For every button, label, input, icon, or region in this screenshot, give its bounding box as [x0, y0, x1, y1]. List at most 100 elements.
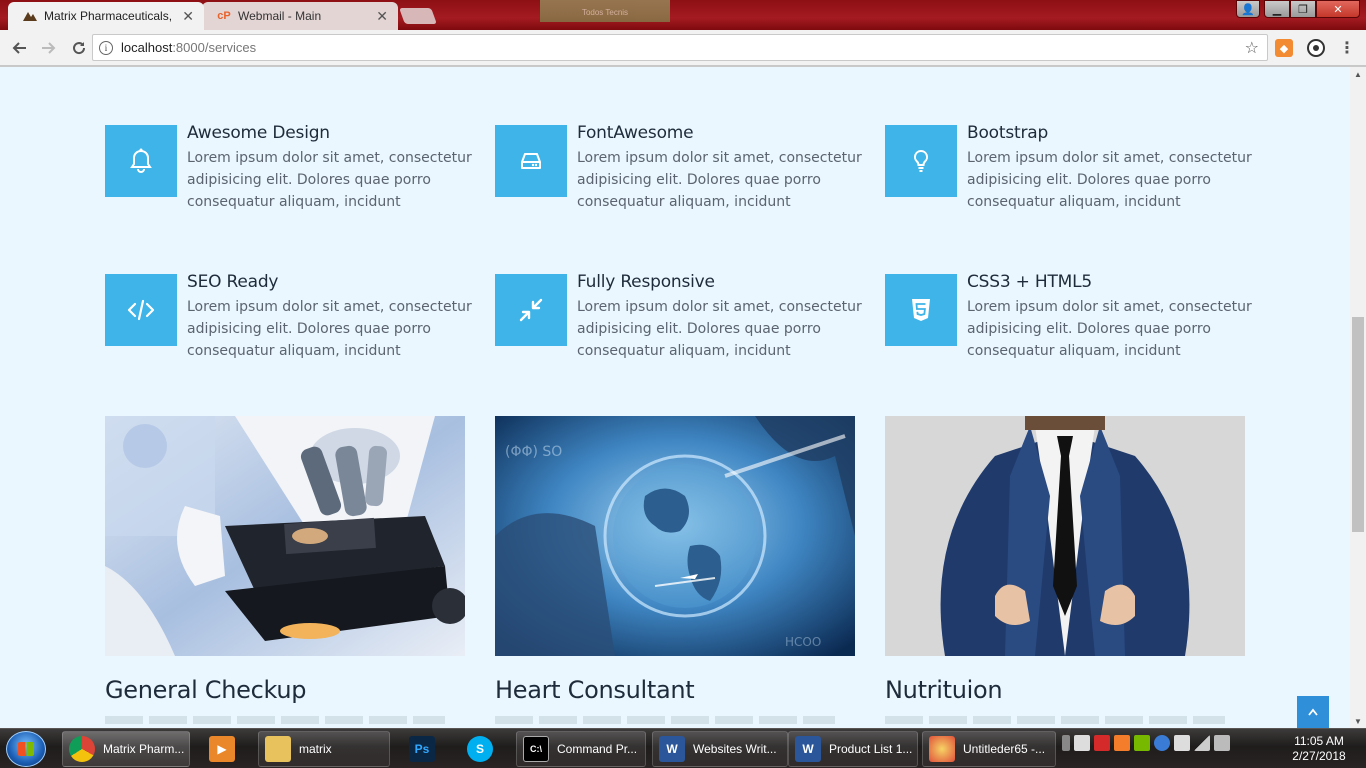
globe-petri-dish-photo: (ΦΦ) SO HCOO — [495, 416, 855, 656]
photoshop-icon: Ps — [409, 736, 435, 762]
tab-webmail-main[interactable]: cP Webmail - Main ✕ — [202, 2, 398, 30]
feature-title: FontAwesome — [577, 123, 694, 143]
taskbar-label: Matrix Pharm... — [103, 742, 185, 756]
background-window-label: Todos Tecnis — [581, 8, 629, 17]
taskbar-item-paint[interactable]: Untitleder65 -... — [922, 731, 1056, 767]
url-host: localhost — [121, 40, 173, 55]
service-card-heart-consultant[interactable]: (ΦΦ) SO HCOO Heart Consultant — [495, 416, 855, 724]
chrome-icon — [69, 736, 95, 762]
cmd-icon: C:\ — [523, 736, 549, 762]
service-title: Nutrituion — [885, 676, 1003, 704]
window-controls: 👤 ▁ ❐ ✕ — [1236, 0, 1360, 18]
browser-titlebar: Todos Tecnis Matrix Pharmaceuticals, I ✕… — [0, 0, 1366, 30]
taskbar-item-word-product-list[interactable]: W Product List 1... — [788, 731, 918, 767]
tray-app-icon[interactable] — [1094, 735, 1110, 751]
back-arrow-icon[interactable] — [6, 35, 32, 61]
bookmark-star-icon[interactable]: ☆ — [1245, 38, 1259, 58]
feature-text: Lorem ipsum dolor sit amet, consectetur … — [187, 299, 472, 359]
feature-text: Lorem ipsum dolor sit amet, consectetur … — [967, 150, 1252, 210]
code-icon — [105, 274, 177, 346]
minimize-button[interactable]: ▁ — [1264, 0, 1290, 18]
flag-icon[interactable] — [1174, 735, 1190, 751]
service-title: General Checkup — [105, 676, 307, 704]
taskbar-label: Command Pr... — [557, 742, 638, 756]
hdd-icon — [495, 125, 567, 197]
service-description-faded — [495, 716, 835, 724]
tray-app-icon[interactable] — [1074, 735, 1090, 751]
scroll-down-arrow-icon[interactable]: ▼ — [1350, 714, 1366, 728]
scroll-up-arrow-icon[interactable]: ▲ — [1350, 67, 1366, 81]
cpanel-icon: cP — [217, 10, 231, 22]
feature-css3-html5: CSS3 + HTML5 Lorem ipsum dolor sit amet,… — [885, 272, 1255, 364]
service-card-nutrition[interactable]: Nutrituion — [885, 416, 1245, 724]
system-clock[interactable]: 11:05 AM 2/27/2018 — [1288, 734, 1350, 764]
reload-icon[interactable] — [66, 35, 92, 61]
profile-icon[interactable]: 👤 — [1236, 0, 1260, 18]
menu-icon[interactable]: ⋮ — [1338, 39, 1356, 57]
volume-muted-icon[interactable] — [1214, 735, 1230, 751]
feature-title: Bootstrap — [967, 123, 1049, 143]
feature-title: Fully Responsive — [577, 272, 715, 292]
folder-icon — [265, 736, 291, 762]
taskbar-item-word-websites[interactable]: W Websites Writ... — [652, 731, 788, 767]
battery-icon[interactable] — [1062, 735, 1070, 751]
businessman-suit-photo — [885, 416, 1245, 656]
taskbar-item-media-player[interactable]: ▶ — [202, 731, 250, 767]
feature-title: CSS3 + HTML5 — [967, 272, 1093, 292]
tab-matrix-pharmaceuticals[interactable]: Matrix Pharmaceuticals, I ✕ — [8, 2, 204, 30]
feature-fontawesome: FontAwesome Lorem ipsum dolor sit amet, … — [495, 123, 865, 215]
power-icon[interactable] — [1154, 735, 1170, 751]
feature-text: Lorem ipsum dolor sit amet, consectetur … — [187, 150, 472, 210]
clock-date: 2/27/2018 — [1292, 749, 1346, 763]
start-button[interactable] — [6, 731, 46, 767]
feature-seo-ready: SEO Ready Lorem ipsum dolor sit amet, co… — [105, 272, 475, 364]
browser-toolbar: i localhost:8000/services ☆ ◆ ⋮ — [0, 30, 1366, 66]
service-description-faded — [885, 716, 1225, 724]
feature-awesome-design: Awesome Design Lorem ipsum dolor sit ame… — [105, 123, 475, 215]
page-scrollbar[interactable]: ▲ ▼ — [1350, 67, 1366, 728]
tab-title: Matrix Pharmaceuticals, I — [44, 9, 174, 23]
network-signal-icon[interactable] — [1194, 735, 1210, 751]
nvidia-icon[interactable] — [1134, 735, 1150, 751]
record-extension-icon[interactable] — [1307, 39, 1325, 57]
new-tab-button[interactable] — [399, 8, 437, 24]
extension-icon[interactable]: ◆ — [1275, 39, 1293, 57]
taskbar-item-command-prompt[interactable]: C:\ Command Pr... — [516, 731, 646, 767]
taskbar-label: Websites Writ... — [693, 742, 777, 756]
info-icon[interactable]: i — [99, 40, 113, 55]
taskbar-item-chrome[interactable]: Matrix Pharm... — [62, 731, 190, 767]
system-tray — [1062, 735, 1230, 751]
close-window-button[interactable]: ✕ — [1316, 0, 1360, 18]
restore-button[interactable]: ❐ — [1290, 0, 1316, 18]
matrix-logo-icon — [22, 8, 38, 24]
paint-icon — [929, 736, 955, 762]
close-icon[interactable]: ✕ — [376, 8, 388, 25]
word-icon: W — [659, 736, 685, 762]
word-icon: W — [795, 736, 821, 762]
feature-text: Lorem ipsum dolor sit amet, consectetur … — [577, 150, 862, 210]
forward-arrow-icon[interactable] — [36, 35, 62, 61]
windows-taskbar: Matrix Pharm... ▶ matrix Ps S C:\ Comman… — [0, 728, 1366, 768]
taskbar-item-folder[interactable]: matrix — [258, 731, 390, 767]
feature-title: Awesome Design — [187, 123, 330, 143]
address-bar[interactable]: i localhost:8000/services ☆ — [92, 34, 1268, 61]
url-path: :8000/services — [172, 40, 257, 55]
service-title: Heart Consultant — [495, 676, 695, 704]
service-card-general-checkup[interactable]: General Checkup — [105, 416, 465, 724]
compress-icon — [495, 274, 567, 346]
lightbulb-icon — [885, 125, 957, 197]
taskbar-label: Product List 1... — [829, 742, 913, 756]
close-icon[interactable]: ✕ — [182, 8, 194, 25]
taskbar-item-photoshop[interactable]: Ps — [402, 731, 450, 767]
back-to-top-button[interactable] — [1297, 696, 1329, 728]
media-player-icon: ▶ — [209, 736, 235, 762]
taskbar-label: matrix — [299, 742, 332, 756]
xampp-icon[interactable] — [1114, 735, 1130, 751]
feature-fully-responsive: Fully Responsive Lorem ipsum dolor sit a… — [495, 272, 865, 364]
background-window-tab: Todos Tecnis — [540, 0, 670, 22]
page-viewport: Awesome Design Lorem ipsum dolor sit ame… — [0, 67, 1350, 728]
feature-title: SEO Ready — [187, 272, 279, 292]
scrollbar-thumb[interactable] — [1352, 317, 1364, 532]
clock-time: 11:05 AM — [1294, 734, 1344, 748]
taskbar-item-skype[interactable]: S — [460, 731, 508, 767]
